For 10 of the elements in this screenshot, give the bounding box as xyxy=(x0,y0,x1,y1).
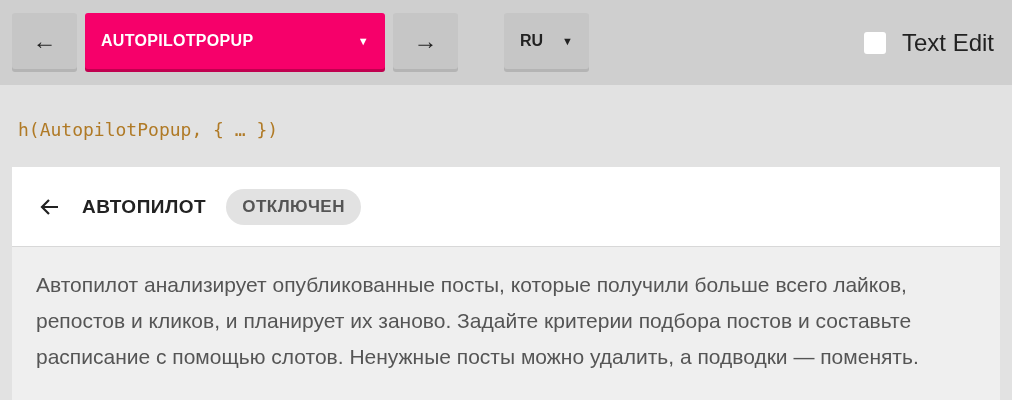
language-select[interactable]: RU ▼ xyxy=(504,12,589,69)
previous-button[interactable]: ← xyxy=(12,12,77,69)
popup-title: АВТОПИЛОТ xyxy=(82,195,207,218)
next-button[interactable]: → xyxy=(393,12,458,69)
text-edit-checkbox[interactable] xyxy=(863,31,886,54)
code-snippet: h(AutopilotPopup, { … }) xyxy=(18,119,279,140)
status-badge: ОТКЛЮЧЕН xyxy=(226,188,361,225)
description-text: Автопилот анализирует опубликованные посты, которые получили больше всего лайков, репостов и кликов, и планирует их заново. Задайте критерии подбора постов и составьте расписание с помощью слотов. Ненужные посты можно удалить, а подводки — поменять. xyxy=(36,272,920,370)
text-edit-label: Text Edit xyxy=(901,28,994,57)
component-select[interactable]: AUTOPILOTPOPUP ▼ xyxy=(85,12,385,69)
